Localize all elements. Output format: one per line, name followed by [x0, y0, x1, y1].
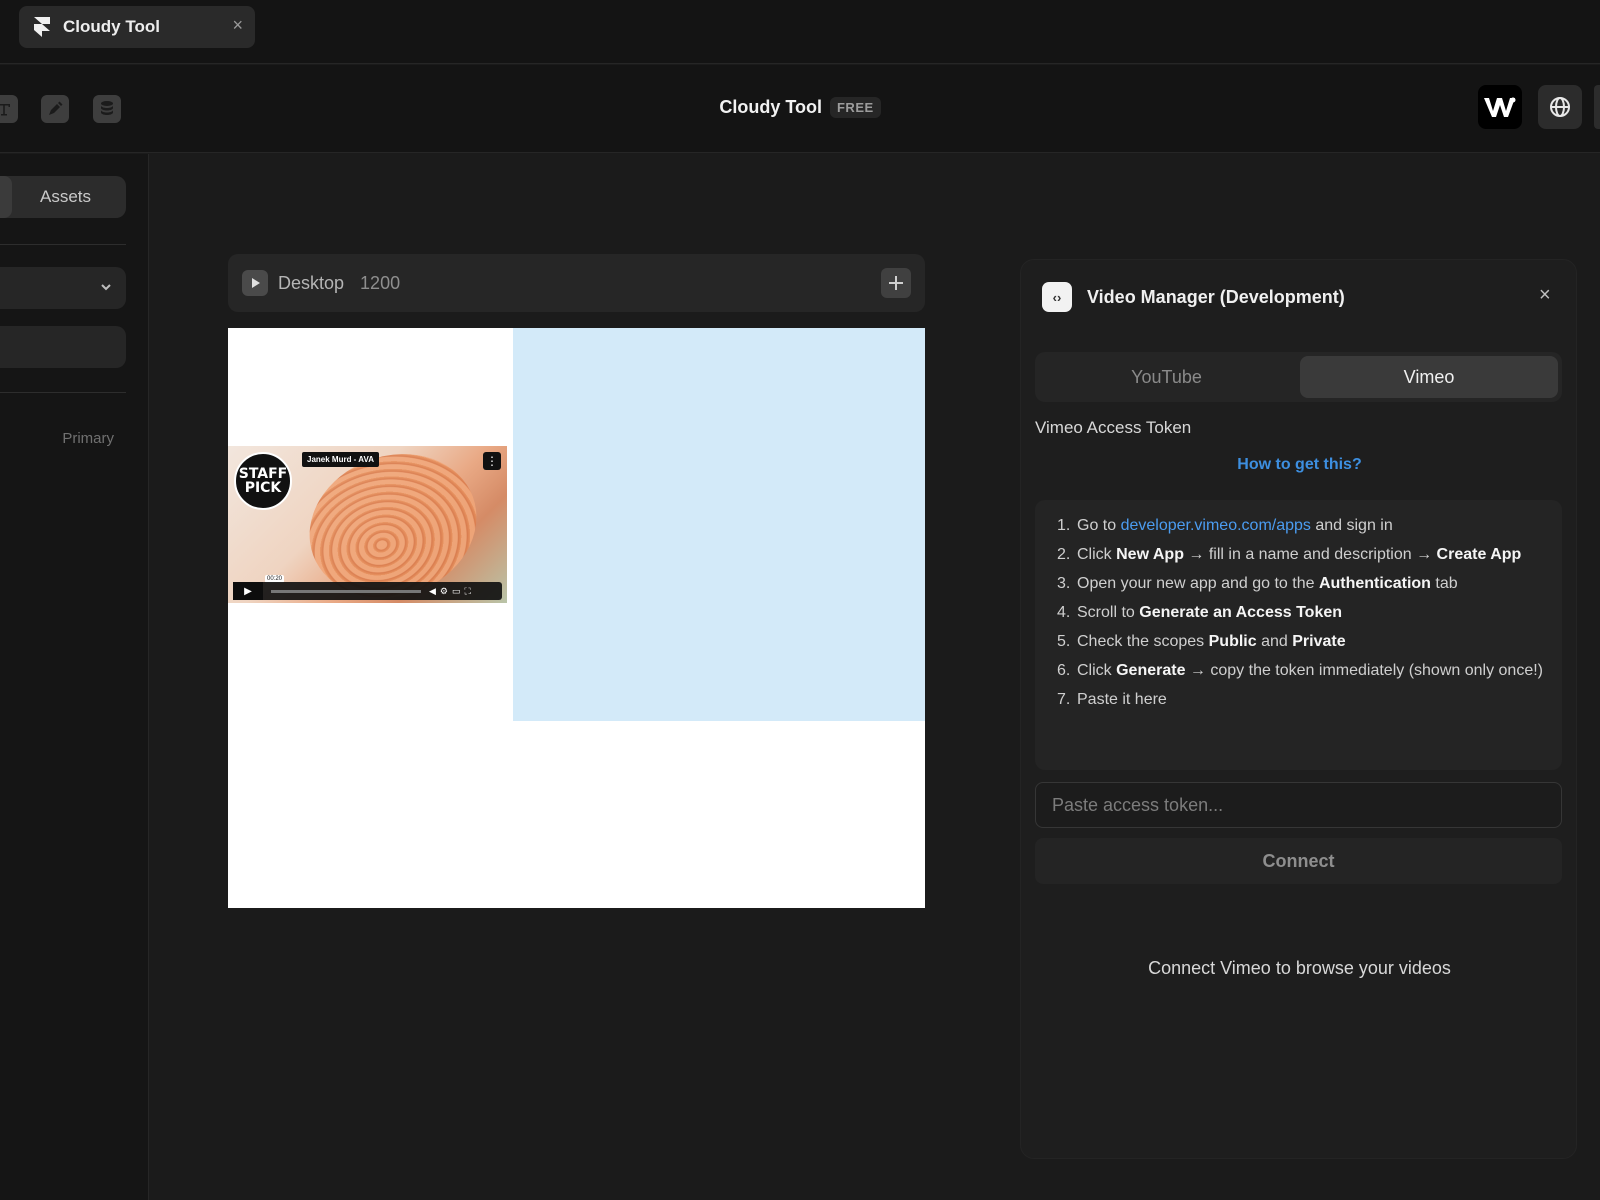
sidebar-dropdown[interactable]	[0, 267, 126, 309]
instructions-list: 1. Go to developer.vimeo.com/apps and sig…	[1057, 514, 1547, 717]
empty-state-message: Connect Vimeo to browse your videos	[1148, 958, 1451, 978]
instructions-box: 1. Go to developer.vimeo.com/apps and sig…	[1035, 500, 1562, 770]
share-button-edge[interactable]	[1594, 85, 1600, 129]
step-text: Click New App → fill in a name and descr…	[1077, 543, 1521, 566]
panel-title: Video Manager (Development)	[1087, 287, 1345, 307]
how-to-link[interactable]: How to get this?	[1021, 456, 1578, 474]
step-fragment: and	[1256, 633, 1293, 650]
step-fragment: Click	[1077, 546, 1117, 563]
step-fragment: → copy the token immediately (shown only…	[1185, 662, 1543, 679]
publish-globe-button[interactable]	[1538, 85, 1582, 129]
tab-bar: Cloudy Tool ×	[0, 0, 1600, 64]
desktop-frame[interactable]: STAFF PICK Janek Murd - AVA ⋮ 00:20 ▶ ◀⚙▭…	[228, 328, 925, 908]
video-thumbnail-art	[289, 446, 497, 603]
instruction-step: 2. Click New App → fill in a name and des…	[1057, 543, 1547, 566]
left-sidebar: Assets Primary	[0, 154, 149, 1200]
video-play-icon[interactable]: ▶	[233, 582, 263, 600]
step-text: Check the scopes Public and Private	[1077, 630, 1346, 653]
step-emphasis: Authentication	[1318, 575, 1431, 592]
add-breakpoint-button[interactable]	[881, 268, 911, 298]
step-text: Scroll to Generate an Access Token	[1077, 601, 1342, 624]
sidebar-divider	[0, 244, 126, 245]
project-title-group: Cloudy Tool FREE	[0, 97, 1600, 118]
play-icon	[252, 278, 260, 288]
tab-vimeo[interactable]: Vimeo	[1300, 356, 1558, 398]
step-fragment: Click	[1077, 662, 1117, 679]
connect-button[interactable]: Connect	[1035, 838, 1562, 884]
panel-close-icon[interactable]: ×	[1539, 284, 1551, 307]
step-fragment: Scroll to	[1077, 604, 1140, 621]
tab-close-icon[interactable]: ×	[232, 15, 243, 36]
step-number: 3.	[1057, 575, 1071, 592]
chevron-down-icon	[101, 284, 111, 291]
breakpoint-name: Desktop	[278, 272, 345, 293]
step-emphasis: Generate an Access Token	[1139, 604, 1343, 621]
step-number: 7.	[1057, 691, 1071, 708]
instruction-step: 5. Check the scopes Public and Private	[1057, 630, 1547, 653]
sidebar-primary-label: Primary	[62, 430, 114, 447]
step-emphasis: New App	[1116, 546, 1184, 563]
step-fragment: tab	[1430, 575, 1458, 592]
video-manager-panel: ‹› Video Manager (Development) × YouTube…	[1020, 259, 1577, 1159]
step-number: 5.	[1057, 633, 1071, 650]
step-text: Click Generate → copy the token immediat…	[1077, 659, 1543, 682]
sidebar-tab-assets[interactable]: Assets	[0, 176, 126, 218]
instruction-step: 7. Paste it here	[1057, 688, 1547, 711]
step-text: Paste it here	[1077, 688, 1167, 711]
source-tabs: YouTube Vimeo	[1035, 352, 1562, 402]
breakpoint-width: 1200	[360, 272, 401, 293]
video-controls: ▶ ◀⚙▭⛶	[233, 582, 502, 600]
plan-badge: FREE	[829, 97, 881, 118]
framer-logo-icon	[34, 17, 50, 37]
sidebar-divider	[0, 392, 126, 393]
document-tab[interactable]: Cloudy Tool ×	[19, 6, 255, 48]
access-token-input[interactable]	[1035, 782, 1562, 828]
instruction-step: 1. Go to developer.vimeo.com/apps and sig…	[1057, 514, 1547, 537]
step-text: Open your new app and go to the Authenti…	[1077, 572, 1458, 595]
preview-play-button[interactable]	[242, 270, 268, 296]
step-emphasis: Public	[1208, 633, 1257, 650]
token-label: Vimeo Access Token	[1035, 418, 1192, 437]
tab-youtube[interactable]: YouTube	[1039, 356, 1294, 398]
video-control-icons[interactable]: ◀⚙▭⛶	[429, 586, 475, 597]
staff-pick-line2: PICK	[244, 480, 282, 496]
globe-icon	[1550, 97, 1570, 117]
developer-link[interactable]: developer.vimeo.com/apps	[1121, 517, 1311, 534]
instruction-step: 4. Scroll to Generate an Access Token	[1057, 601, 1547, 624]
sidebar-field[interactable]	[0, 326, 126, 368]
step-number: 1.	[1057, 517, 1071, 534]
top-toolbar: Cloudy Tool FREE	[0, 65, 1600, 153]
step-fragment: Paste it here	[1077, 691, 1167, 708]
step-fragment: → fill in a name and description →	[1183, 546, 1437, 563]
step-emphasis: Private	[1292, 633, 1346, 650]
step-number: 6.	[1057, 662, 1071, 679]
plus-icon	[889, 276, 903, 290]
step-emphasis: Create App	[1436, 546, 1522, 563]
video-menu-icon[interactable]: ⋮	[483, 452, 501, 470]
step-fragment: Check the scopes	[1077, 633, 1209, 650]
step-fragment: and sign in	[1310, 517, 1393, 534]
tab-title: Cloudy Tool	[63, 17, 160, 36]
step-fragment: Go to	[1077, 517, 1121, 534]
vimeo-video-embed[interactable]: STAFF PICK Janek Murd - AVA ⋮ 00:20 ▶ ◀⚙▭…	[228, 446, 507, 603]
video-title: Janek Murd - AVA	[302, 452, 379, 467]
video-progress-bar[interactable]	[271, 589, 421, 593]
w-logo-icon	[1484, 97, 1516, 117]
step-fragment: Open your new app and go to the	[1077, 575, 1319, 592]
blue-stack-element[interactable]	[513, 328, 925, 721]
instruction-step: 3. Open your new app and go to the Authen…	[1057, 572, 1547, 595]
step-emphasis: Generate	[1116, 662, 1186, 679]
code-icon: ‹›	[1042, 282, 1072, 312]
w-logo-button[interactable]	[1478, 85, 1522, 129]
breakpoint-header[interactable]: Desktop 1200	[228, 254, 925, 312]
staff-pick-badge: STAFF PICK	[234, 452, 292, 510]
step-number: 2.	[1057, 546, 1071, 563]
step-number: 4.	[1057, 604, 1071, 621]
project-title[interactable]: Cloudy Tool	[719, 97, 822, 118]
sidebar-tab-indicator[interactable]	[0, 176, 12, 218]
instruction-step: 6. Click Generate → copy the token immedi…	[1057, 659, 1547, 682]
step-text: Go to developer.vimeo.com/apps and sign …	[1077, 514, 1393, 537]
sidebar-tab-assets-label: Assets	[40, 187, 92, 206]
